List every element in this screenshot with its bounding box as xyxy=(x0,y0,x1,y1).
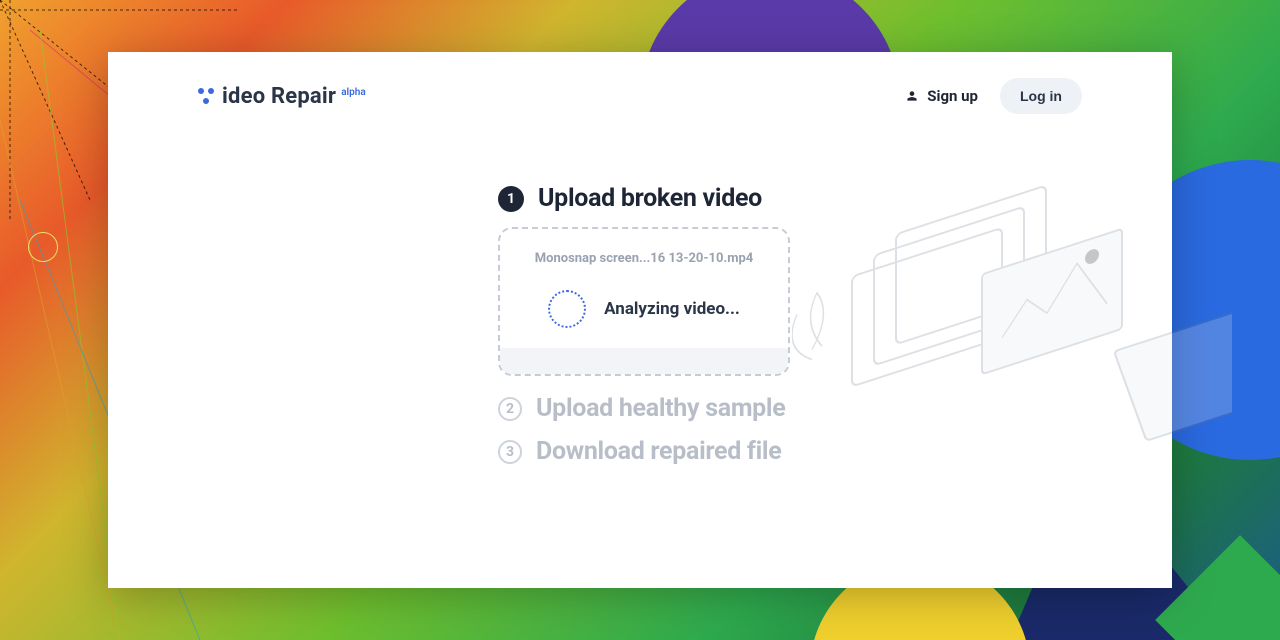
signup-label: Sign up xyxy=(927,87,978,105)
person-icon xyxy=(905,89,919,103)
step-number-badge: 2 xyxy=(498,397,522,421)
signup-link[interactable]: Sign up xyxy=(905,87,978,105)
upload-status-text: Analyzing video... xyxy=(604,299,740,319)
brand-badge: alpha xyxy=(341,87,366,98)
step-title: Upload broken video xyxy=(538,184,762,213)
uploaded-filename: Monosnap screen...16 13-20-10.mp4 xyxy=(522,251,766,266)
nav-right: Sign up Log in xyxy=(905,78,1082,114)
upload-progress-track xyxy=(500,348,788,374)
step-1-header: 1 Upload broken video xyxy=(498,184,998,213)
brand-logo[interactable]: ideo Repair alpha xyxy=(198,84,366,109)
upload-status-row: Analyzing video... xyxy=(522,290,766,328)
brand-text: ideo Repair xyxy=(222,84,336,109)
spinner-icon xyxy=(548,290,586,328)
step-title: Upload healthy sample xyxy=(536,394,785,423)
login-button[interactable]: Log in xyxy=(1000,78,1082,114)
logo-mark-icon xyxy=(198,88,218,104)
main-content: 1 Upload broken video Monosnap screen...… xyxy=(108,114,1172,466)
top-bar: ideo Repair alpha Sign up Log in xyxy=(108,52,1172,114)
bg-ring xyxy=(28,232,58,262)
app-card: ideo Repair alpha Sign up Log in xyxy=(108,52,1172,588)
steps-list: 1 Upload broken video Monosnap screen...… xyxy=(498,184,998,466)
step-number-badge: 3 xyxy=(498,440,522,464)
step-3-header: 3 Download repaired file xyxy=(498,437,998,466)
step-title: Download repaired file xyxy=(536,437,781,466)
step-2-header: 2 Upload healthy sample xyxy=(498,394,998,423)
upload-dropzone[interactable]: Monosnap screen...16 13-20-10.mp4 Analyz… xyxy=(498,227,790,376)
step-number-badge: 1 xyxy=(498,186,524,212)
